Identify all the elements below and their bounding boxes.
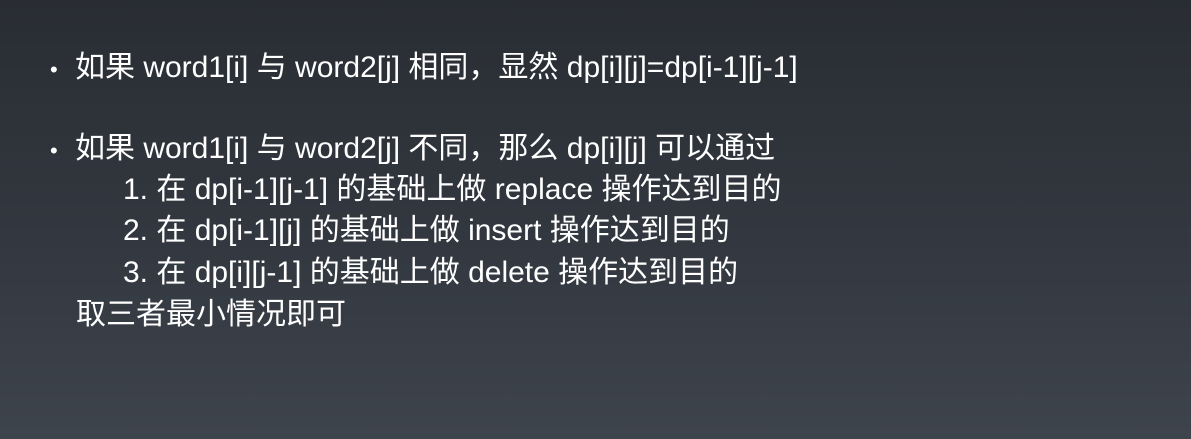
conclusion-text: 取三者最小情况即可 <box>76 298 346 331</box>
bullet-text-same: 如果 word1[i] 与 word2[j] 相同，显然 dp[i][j]=dp… <box>75 51 798 84</box>
bullet-dot-2: • <box>50 138 58 163</box>
bullet-text-different: 如果 word1[i] 与 word2[j] 不同，那么 dp[i][j] 可以… <box>75 132 776 165</box>
slide: • 如果 word1[i] 与 word2[j] 相同，显然 dp[i][j]=… <box>0 0 1191 439</box>
step-delete: 3. 在 dp[i][j-1] 的基础上做 delete 操作达到目的 <box>123 256 739 289</box>
bullet-dot-1: • <box>50 57 58 82</box>
step-insert: 2. 在 dp[i-1][j] 的基础上做 insert 操作达到目的 <box>123 214 730 247</box>
step-replace: 1. 在 dp[i-1][j-1] 的基础上做 replace 操作达到目的 <box>123 173 782 206</box>
